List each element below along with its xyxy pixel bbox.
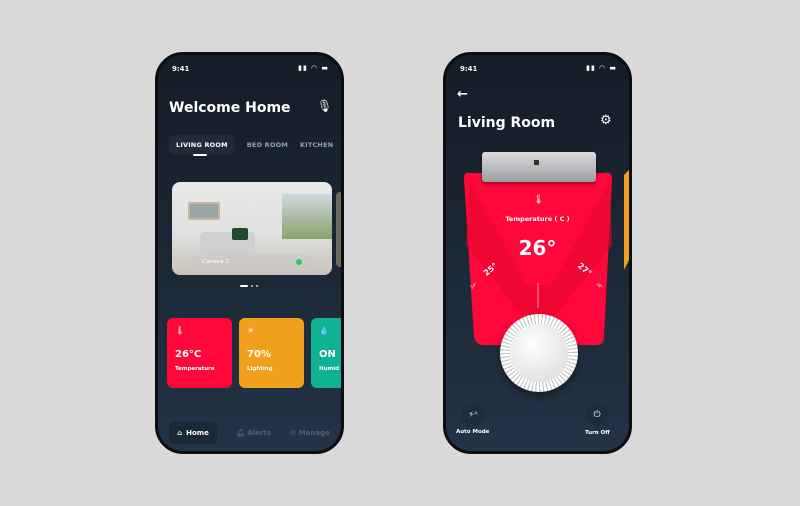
home-icon: ⌂ [177,429,183,437]
room-screen: 9:41 ▮▮ ◠ ▬ ← Living Room ⚙ 🌡 Temperatur… [443,52,632,454]
card-label: Lighting [247,366,273,372]
nav-label: Home [186,429,209,437]
nav-label: Alerts [247,429,271,437]
nav-alerts[interactable]: 🔔︎ Alerts [236,429,271,437]
window [282,194,332,239]
page-title: Welcome Home [169,100,291,116]
humidity-card[interactable]: 💧 ON Humid [311,318,341,388]
nav-home[interactable]: ⌂ Home [169,422,217,444]
temperature-knob[interactable] [500,314,578,392]
power-icon[interactable]: ⏻ [586,404,608,426]
drop-icon: 💧 [319,326,329,335]
tab-living-room[interactable]: LIVING ROOM [169,135,235,155]
bell-icon: 🔔︎ [236,429,248,437]
tab-bed-room[interactable]: BED ROOM [247,141,288,149]
microphone-icon[interactable]: 🎙 [317,99,332,113]
thermometer-icon: 🌡 [533,195,545,205]
temperature-card[interactable]: 🌡 26°C Temperature [167,318,232,388]
card-value: 70% [247,349,271,360]
lighting-card[interactable]: ☀ 70% Lighting [239,318,304,388]
sensor-label: Temperature ( C ) [505,215,570,223]
nav-manage[interactable]: ⚙ Manage [290,429,330,437]
card-value: 26°C [175,349,202,360]
status-time: 9:41 [172,65,190,73]
camera-label: Camera 1 [202,258,229,265]
gear-icon: ⚙ [290,429,299,437]
temperature-value: 26° [518,236,557,260]
cushion [232,228,248,240]
card-label: Humid [319,366,340,372]
card-value: ON [319,349,336,360]
auto-mode-fan-icon[interactable]: ⚡ᴬ [462,404,484,426]
next-camera-preview[interactable] [336,192,341,267]
tab-kitchen[interactable]: KITCHEN [300,141,333,149]
carousel-dots[interactable] [240,285,258,287]
live-status-dot [296,258,302,265]
turn-off-label: Turn Off [585,430,610,436]
auto-mode-label: Auto Mode [456,429,490,435]
wall-picture [188,202,220,220]
air-conditioner-image [482,152,596,182]
sun-icon: ☀ [247,326,255,335]
camera-feed[interactable]: Camera 1 [172,182,332,275]
nav-label: Manage [298,429,330,437]
thermometer-icon: 🌡 [175,326,186,335]
card-label: Temperature [175,366,215,372]
status-icons: ▮▮ ◠ ▬ [298,64,329,72]
home-screen: 9:41 ▮▮ ◠ ▬ Welcome Home 🎙 LIVING ROOM B… [155,52,344,454]
active-tab-indicator [193,154,207,156]
